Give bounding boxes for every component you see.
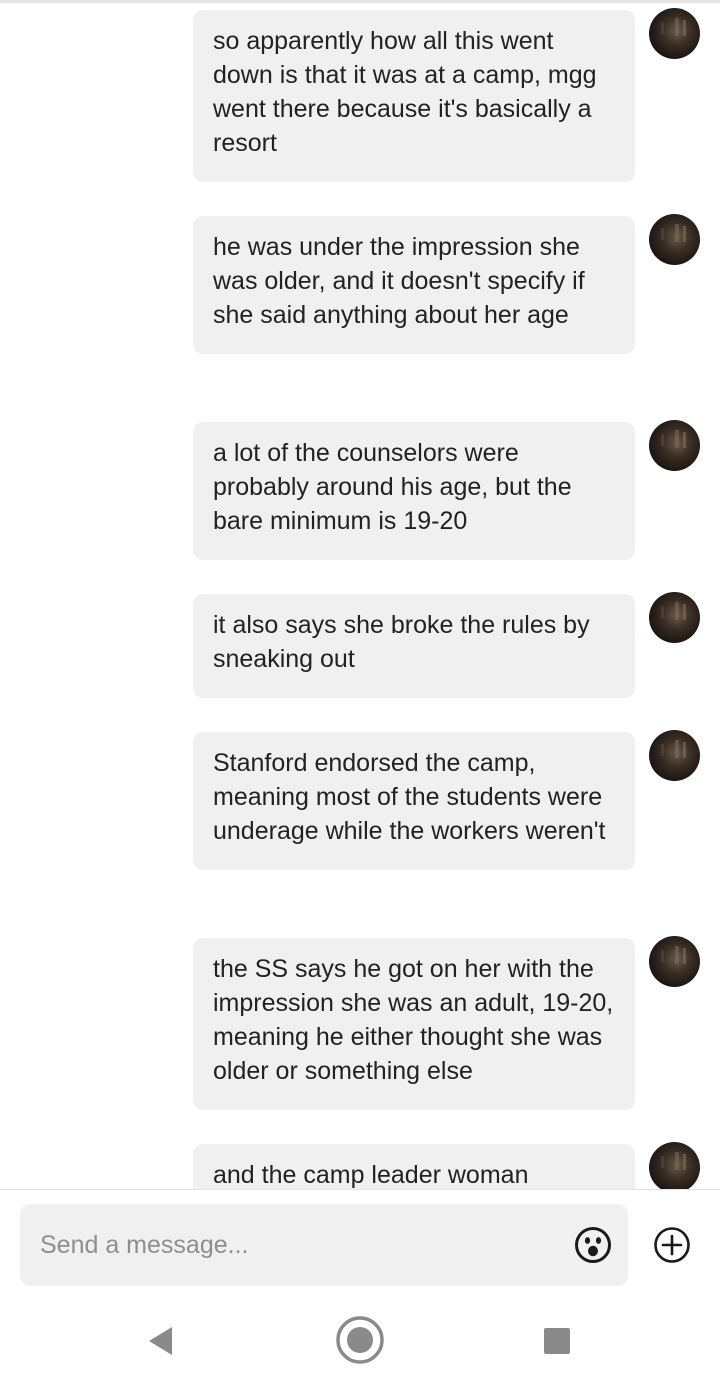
user-avatar[interactable] bbox=[649, 1142, 700, 1189]
message-item: it also says she broke the rules by snea… bbox=[193, 594, 635, 698]
home-circle-icon bbox=[336, 1316, 384, 1364]
user-avatar[interactable] bbox=[649, 420, 700, 471]
message-composer bbox=[20, 1204, 628, 1286]
recents-button[interactable] bbox=[543, 1327, 571, 1355]
message-item: and the camp leader woman bbox=[193, 1144, 635, 1189]
message-bubble[interactable]: it also says she broke the rules by snea… bbox=[193, 594, 635, 698]
system-navigation-bar bbox=[0, 1300, 720, 1382]
back-button[interactable] bbox=[146, 1324, 176, 1358]
message-bubble[interactable]: and the camp leader woman bbox=[193, 1144, 635, 1189]
message-bubble[interactable]: so apparently how all this went down is … bbox=[193, 10, 635, 182]
message-bubble[interactable]: he was under the impression she was olde… bbox=[193, 216, 635, 354]
message-item: the SS says he got on her with the impre… bbox=[193, 938, 635, 1110]
message-item: so apparently how all this went down is … bbox=[193, 10, 635, 182]
recents-square-icon bbox=[544, 1328, 570, 1354]
plus-circle-icon bbox=[654, 1227, 690, 1263]
user-avatar[interactable] bbox=[649, 936, 700, 987]
message-item: a lot of the counselors were probably ar… bbox=[193, 422, 635, 560]
user-avatar[interactable] bbox=[649, 730, 700, 781]
message-text: so apparently how all this went down is … bbox=[213, 27, 597, 157]
user-avatar[interactable] bbox=[649, 592, 700, 643]
message-item: he was under the impression she was olde… bbox=[193, 216, 635, 354]
message-text: and the camp leader woman bbox=[213, 1161, 529, 1189]
message-text: Stanford endorsed the camp, meaning most… bbox=[213, 749, 606, 845]
add-attachment-button[interactable] bbox=[653, 1226, 691, 1264]
message-bubble[interactable]: the SS says he got on her with the impre… bbox=[193, 938, 635, 1110]
message-list[interactable]: so apparently how all this went down is … bbox=[0, 3, 720, 1189]
message-bubble[interactable]: Stanford endorsed the camp, meaning most… bbox=[193, 732, 635, 870]
back-triangle-icon bbox=[149, 1327, 172, 1355]
message-text: the SS says he got on her with the impre… bbox=[213, 955, 614, 1085]
home-button[interactable] bbox=[335, 1315, 385, 1365]
emoji-icon bbox=[575, 1227, 611, 1263]
user-avatar[interactable] bbox=[649, 8, 700, 59]
message-input[interactable] bbox=[40, 1228, 540, 1262]
message-bubble[interactable]: a lot of the counselors were probably ar… bbox=[193, 422, 635, 560]
message-text: he was under the impression she was olde… bbox=[213, 233, 585, 329]
message-item: Stanford endorsed the camp, meaning most… bbox=[193, 732, 635, 870]
message-text: a lot of the counselors were probably ar… bbox=[213, 439, 572, 535]
user-avatar[interactable] bbox=[649, 214, 700, 265]
message-text: it also says she broke the rules by snea… bbox=[213, 611, 590, 673]
emoji-button[interactable] bbox=[574, 1226, 612, 1264]
